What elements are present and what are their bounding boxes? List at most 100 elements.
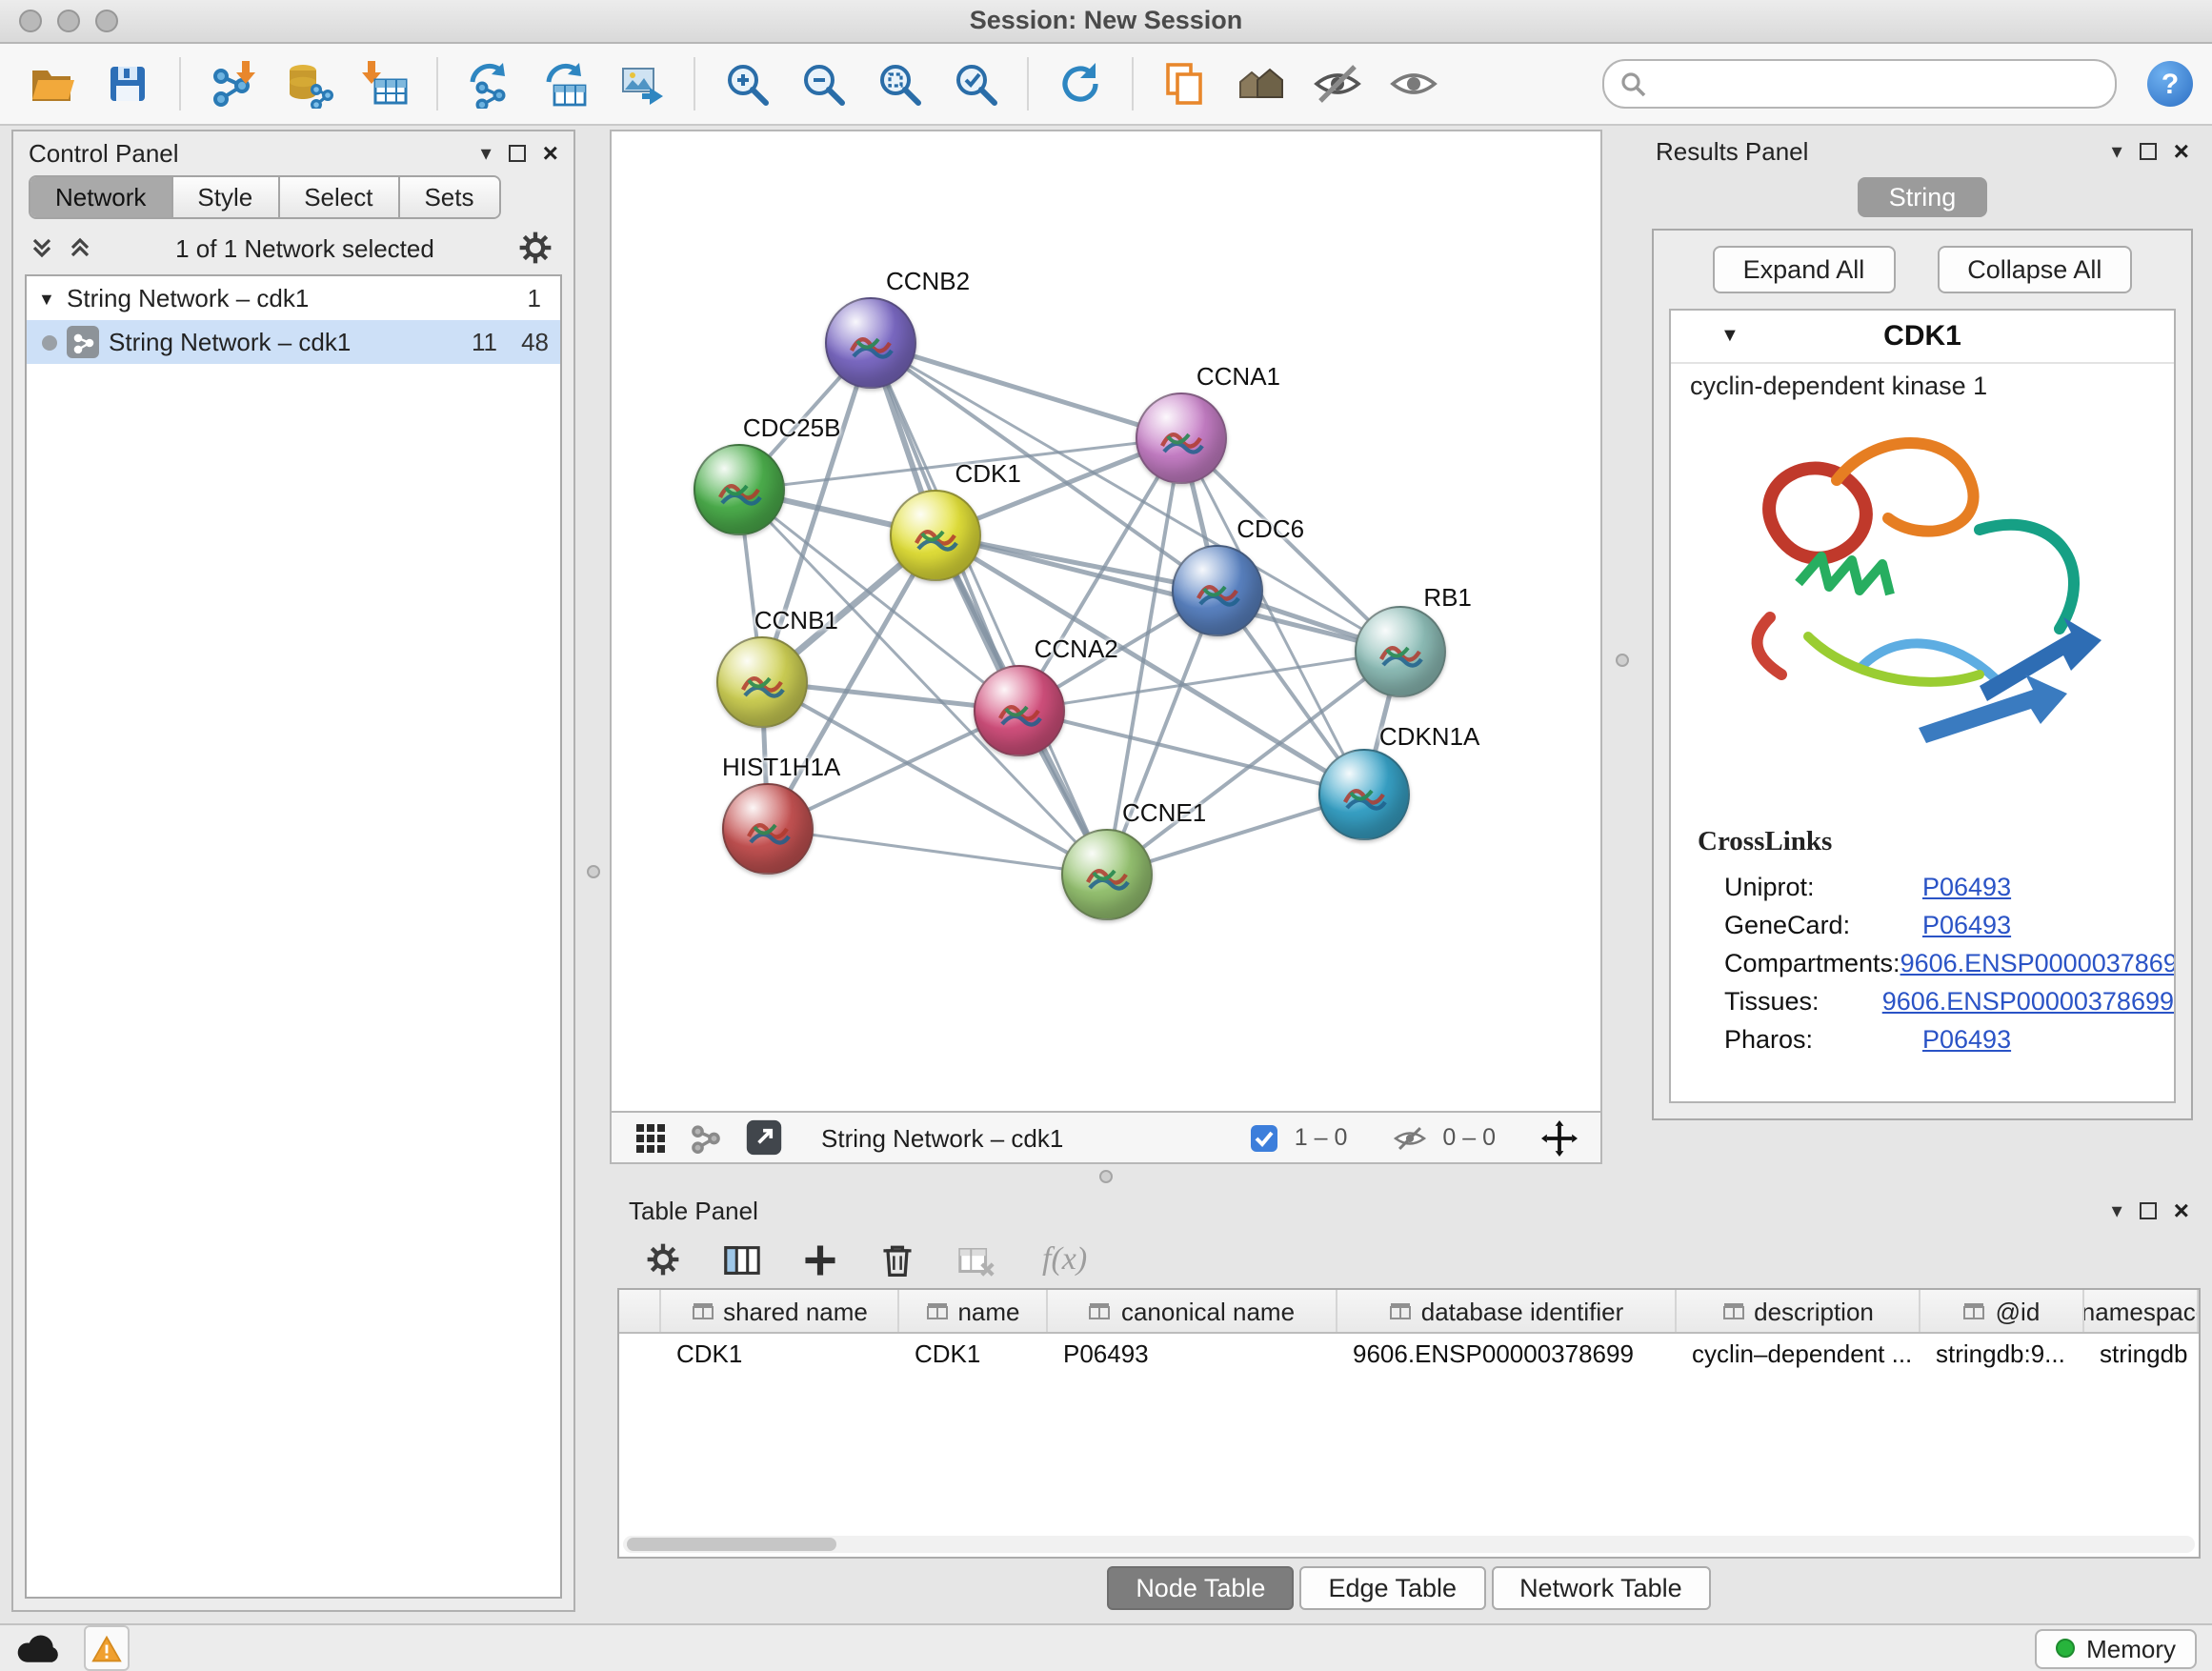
column-header-description[interactable]: description	[1677, 1290, 1920, 1332]
close-panel-button[interactable]: ×	[543, 139, 558, 166]
import-table-button[interactable]	[352, 51, 417, 116]
tab-edge-table[interactable]: Edge Table	[1299, 1565, 1485, 1609]
warnings-button[interactable]	[84, 1625, 130, 1671]
selected-checkbox-icon[interactable]	[1251, 1123, 1279, 1152]
scrollbar-thumb[interactable]	[627, 1538, 836, 1551]
table-cell[interactable]: CDK1	[899, 1334, 1048, 1372]
export-network-button[interactable]	[457, 51, 522, 116]
table-cell[interactable]	[619, 1334, 661, 1372]
vertical-splitter[interactable]	[575, 130, 610, 1612]
zoom-out-button[interactable]	[791, 51, 855, 116]
tab-string[interactable]: String	[1859, 177, 1987, 217]
maximize-panel-button[interactable]	[2140, 142, 2157, 159]
section-caret-icon[interactable]: ▼	[1720, 326, 1739, 347]
network-node-ccnb2[interactable]	[825, 297, 916, 389]
column-header-canonical-name[interactable]: canonical name	[1048, 1290, 1337, 1332]
import-network-database-button[interactable]	[276, 51, 341, 116]
network-row[interactable]: String Network – cdk1 11 48	[27, 320, 560, 364]
zoom-in-button[interactable]	[714, 51, 779, 116]
crosslink-link[interactable]: 9606.ENSP00000378699	[1882, 986, 2174, 1015]
hidden-eye-slash-icon[interactable]	[1393, 1123, 1427, 1152]
crosslink-link[interactable]: P06493	[1922, 1024, 2011, 1053]
network-edge[interactable]	[935, 535, 1400, 652]
table-cell[interactable]: cyclin–dependent ...	[1677, 1334, 1920, 1372]
vertical-splitter[interactable]	[1602, 130, 1640, 1189]
network-node-cdkn1a[interactable]	[1318, 749, 1410, 840]
table-cell[interactable]: 9606.ENSP00000378699	[1337, 1334, 1677, 1372]
save-session-button[interactable]	[95, 51, 160, 116]
network-node-cdc25b[interactable]	[694, 444, 785, 535]
gene-section-header[interactable]: ▼ CDK1	[1671, 311, 2174, 364]
zoom-selected-button[interactable]	[943, 51, 1008, 116]
table-cell[interactable]: stringdb:9...	[1920, 1334, 2084, 1372]
tab-sets[interactable]: Sets	[399, 177, 498, 217]
table-horizontal-scrollbar[interactable]	[623, 1536, 2195, 1553]
table-cell[interactable]: stringdb	[2084, 1334, 2199, 1372]
network-node-ccna2[interactable]	[974, 665, 1065, 756]
cloud-icon[interactable]	[15, 1631, 61, 1665]
tree-caret-icon[interactable]: ▼	[38, 289, 57, 308]
tab-network[interactable]: Network	[30, 177, 172, 217]
apply-layout-button[interactable]	[1048, 51, 1113, 116]
grid-view-icon[interactable]	[634, 1121, 667, 1154]
expand-all-button[interactable]: Expand All	[1713, 246, 1896, 293]
pan-crosshair-icon[interactable]	[1541, 1119, 1578, 1156]
import-network-file-button[interactable]	[200, 51, 265, 116]
crosslink-link[interactable]: 9606.ENSP00000378699	[1900, 948, 2176, 976]
network-node-hist1h1a[interactable]	[722, 783, 814, 875]
detach-view-icon[interactable]	[745, 1118, 783, 1157]
network-canvas[interactable]: CCNB2CCNA1CDC25BCDK1CDC6RB1CCNB1CCNA2CDK…	[610, 130, 1602, 1113]
table-settings-button[interactable]	[640, 1237, 686, 1282]
maximize-panel-button[interactable]	[2140, 1201, 2157, 1218]
table-cell[interactable]: P06493	[1048, 1334, 1337, 1372]
gear-icon[interactable]	[516, 229, 554, 267]
network-edge[interactable]	[871, 343, 1181, 438]
export-table-button[interactable]	[533, 51, 598, 116]
network-edge[interactable]	[768, 829, 1107, 875]
copy-document-button[interactable]	[1153, 51, 1217, 116]
delete-column-button[interactable]	[875, 1237, 920, 1282]
splitter-handle[interactable]	[1615, 653, 1628, 666]
home-button[interactable]	[1229, 51, 1294, 116]
tab-network-table[interactable]: Network Table	[1491, 1565, 1711, 1609]
network-node-cdc6[interactable]	[1172, 545, 1263, 636]
toolbar-search-field[interactable]	[1602, 59, 2117, 109]
zoom-fit-button[interactable]	[867, 51, 932, 116]
birdseye-view-icon[interactable]	[690, 1121, 722, 1154]
network-edge[interactable]	[871, 343, 1107, 875]
network-node-ccnb1[interactable]	[716, 636, 808, 728]
network-collection-row[interactable]: ▼ String Network – cdk1 1	[27, 276, 560, 320]
export-image-button[interactable]	[610, 51, 674, 116]
table-cell[interactable]: CDK1	[661, 1334, 899, 1372]
column-header--id[interactable]: @id	[1920, 1290, 2084, 1332]
column-header-namespace[interactable]: namespace	[2084, 1290, 2199, 1332]
float-panel-button[interactable]: ▾	[2112, 138, 2122, 163]
expand-all-icon[interactable]	[67, 234, 93, 261]
search-input[interactable]	[1658, 68, 2100, 100]
maximize-panel-button[interactable]	[509, 144, 526, 161]
splitter-handle[interactable]	[586, 864, 599, 877]
collapse-all-icon[interactable]	[29, 234, 55, 261]
column-header-shared-name[interactable]: shared name	[661, 1290, 899, 1332]
network-node-ccna1[interactable]	[1136, 393, 1227, 484]
tab-node-table[interactable]: Node Table	[1107, 1565, 1294, 1609]
help-button[interactable]: ?	[2147, 61, 2193, 107]
add-column-button[interactable]	[796, 1237, 842, 1282]
select-columns-button[interactable]	[718, 1237, 764, 1282]
collapse-all-button[interactable]: Collapse All	[1937, 246, 2132, 293]
close-panel-button[interactable]: ×	[2174, 1197, 2189, 1223]
hide-graphics-details-button[interactable]	[1305, 51, 1370, 116]
float-panel-button[interactable]: ▾	[481, 140, 492, 165]
network-node-rb1[interactable]	[1355, 606, 1446, 697]
memory-button[interactable]: Memory	[2035, 1628, 2197, 1668]
column-header-database-identifier[interactable]: database identifier	[1337, 1290, 1677, 1332]
tab-style[interactable]: Style	[172, 177, 279, 217]
column-header-name[interactable]: name	[899, 1290, 1048, 1332]
network-node-cdk1[interactable]	[890, 490, 981, 581]
tab-select[interactable]: Select	[279, 177, 399, 217]
show-graphics-details-button[interactable]	[1381, 51, 1446, 116]
float-panel-button[interactable]: ▾	[2112, 1198, 2122, 1222]
function-builder-button[interactable]: f(x)	[1042, 1240, 1087, 1278]
splitter-handle[interactable]	[1099, 1170, 1113, 1183]
crosslink-link[interactable]: P06493	[1922, 872, 2011, 900]
